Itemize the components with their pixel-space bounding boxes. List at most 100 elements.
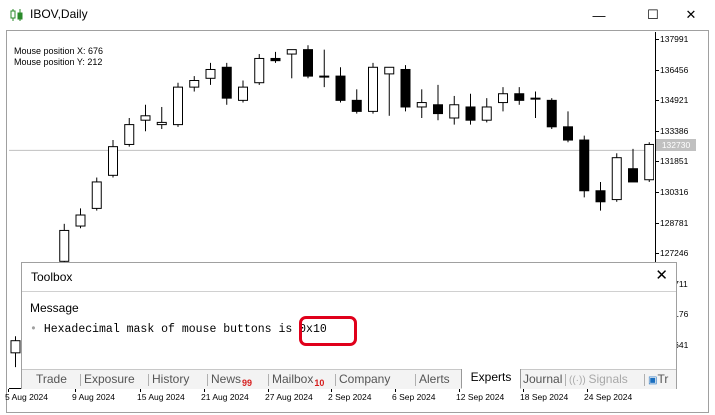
signals-icon: ((·)) — [569, 375, 589, 386]
toolbox-close-icon[interactable]: ✕ — [655, 266, 668, 284]
candle-body — [286, 49, 297, 55]
candle-body — [205, 68, 216, 79]
minimize-button[interactable]: — — [576, 0, 622, 30]
message-bullet-icon: • — [30, 323, 37, 336]
candle-body — [351, 99, 362, 112]
tab-experts[interactable]: Experts — [461, 369, 521, 389]
candle — [546, 98, 557, 130]
candle — [173, 82, 183, 127]
toolbox-panel: Toolbox ✕ Message • Hexadecimal mask of … — [21, 262, 677, 389]
candle — [270, 51, 281, 63]
candle-body — [400, 68, 411, 108]
candle — [335, 67, 346, 103]
candle-body — [563, 126, 573, 141]
candle — [595, 181, 606, 211]
price-tick — [656, 192, 659, 193]
time-tick-label: 21 Aug 2024 — [201, 392, 249, 402]
candle-body — [108, 146, 118, 176]
tab-separator — [207, 374, 208, 386]
time-tick-label: 9 Aug 2024 — [72, 392, 116, 402]
candle-body — [595, 190, 606, 203]
candle-body — [59, 229, 70, 262]
candlestick-app-icon — [10, 9, 23, 21]
message-column-header[interactable]: Message — [30, 301, 79, 315]
candle-body — [644, 143, 654, 181]
candle — [221, 62, 232, 105]
tab-label: Journal — [523, 372, 563, 386]
price-tick-label: 128781 — [660, 217, 689, 228]
candle — [303, 45, 313, 79]
toolbox-divider — [22, 291, 676, 292]
message-text: Hexadecimal mask of mouse buttons is — [43, 323, 300, 336]
candle — [611, 153, 622, 202]
tab-badge: 10 — [314, 378, 325, 388]
candle — [579, 135, 590, 198]
time-scale[interactable]: 5 Aug 2024 9 Aug 2024 15 Aug 2024 21 Aug 20… — [5, 388, 655, 411]
tab-journal[interactable]: Journal — [523, 371, 567, 388]
time-tick-label: 2 Sep 2024 — [328, 392, 372, 402]
price-tick — [656, 253, 659, 255]
candle-body — [140, 115, 151, 121]
tab-separator — [148, 374, 149, 386]
price-tick — [656, 222, 659, 224]
tab-signals[interactable]: ((·)) Signals — [569, 371, 641, 388]
close-icon: ✕ — [685, 7, 697, 22]
candle-body — [189, 80, 200, 88]
candle — [400, 65, 411, 112]
tab-news[interactable]: News99 — [211, 371, 266, 388]
candle-body — [270, 57, 281, 62]
candle-body — [481, 106, 492, 121]
candle-body — [465, 106, 476, 121]
candle — [530, 91, 541, 118]
tab-label: History — [152, 372, 190, 386]
candle-body — [91, 181, 102, 209]
candle — [254, 54, 265, 85]
candle — [189, 76, 200, 92]
price-tick-label: 137991 — [660, 34, 689, 44]
candle-body — [75, 214, 86, 227]
window-titlebar: IBOV,Daily — ☐ ✕ — [0, 0, 715, 30]
tab-mailbox[interactable]: Mailbox10 — [272, 371, 333, 388]
close-window-button[interactable]: ✕ — [668, 0, 714, 30]
candle — [433, 84, 443, 121]
tab-trade[interactable]: Trade — [36, 371, 78, 388]
candle-body — [319, 75, 330, 78]
time-tick-label: 5 Aug 2024 — [5, 392, 49, 402]
tab-tr[interactable]: ▣Tr — [648, 371, 676, 388]
candle-body — [238, 86, 248, 101]
candle — [449, 95, 460, 125]
tab-history[interactable]: History — [152, 371, 204, 388]
tab-label: Trade — [36, 372, 67, 386]
candle-body — [530, 97, 541, 100]
candle — [481, 98, 492, 123]
price-tick — [656, 161, 659, 163]
tab-separator — [565, 374, 566, 386]
candle-body — [449, 104, 460, 119]
candle-body — [498, 93, 508, 104]
candle — [563, 111, 573, 143]
tab-exposure[interactable]: Exposure — [84, 371, 146, 388]
price-tick — [656, 130, 659, 132]
minimize-icon: — — [592, 7, 606, 23]
candle — [319, 49, 330, 88]
tab-label: Alerts — [419, 372, 450, 386]
candle-body — [416, 102, 427, 108]
candle — [465, 93, 476, 125]
candle-body — [433, 104, 443, 115]
tab-alerts[interactable]: Alerts — [419, 371, 455, 388]
candle-body — [628, 168, 638, 183]
tab-company[interactable]: Company — [339, 371, 413, 388]
price-tick — [656, 100, 659, 102]
candle — [156, 106, 167, 130]
candle — [368, 62, 378, 114]
tab-label: Exposure — [84, 372, 135, 386]
mouse-x-label: Mouse position X: 676 — [14, 46, 104, 56]
candle-body — [384, 66, 395, 75]
tab-separator — [335, 374, 336, 386]
toolbox-title: Toolbox — [31, 270, 73, 284]
time-tick-label: 15 Aug 2024 — [137, 392, 185, 402]
toolbox-tab-bar: Trade Exposure History News99 Mailbox10 Compa… — [22, 369, 676, 389]
tab-badge: 99 — [242, 378, 253, 388]
maximize-icon: ☐ — [647, 7, 659, 22]
message-row[interactable]: • Hexadecimal mask of mouse buttons is 0… — [30, 323, 327, 336]
